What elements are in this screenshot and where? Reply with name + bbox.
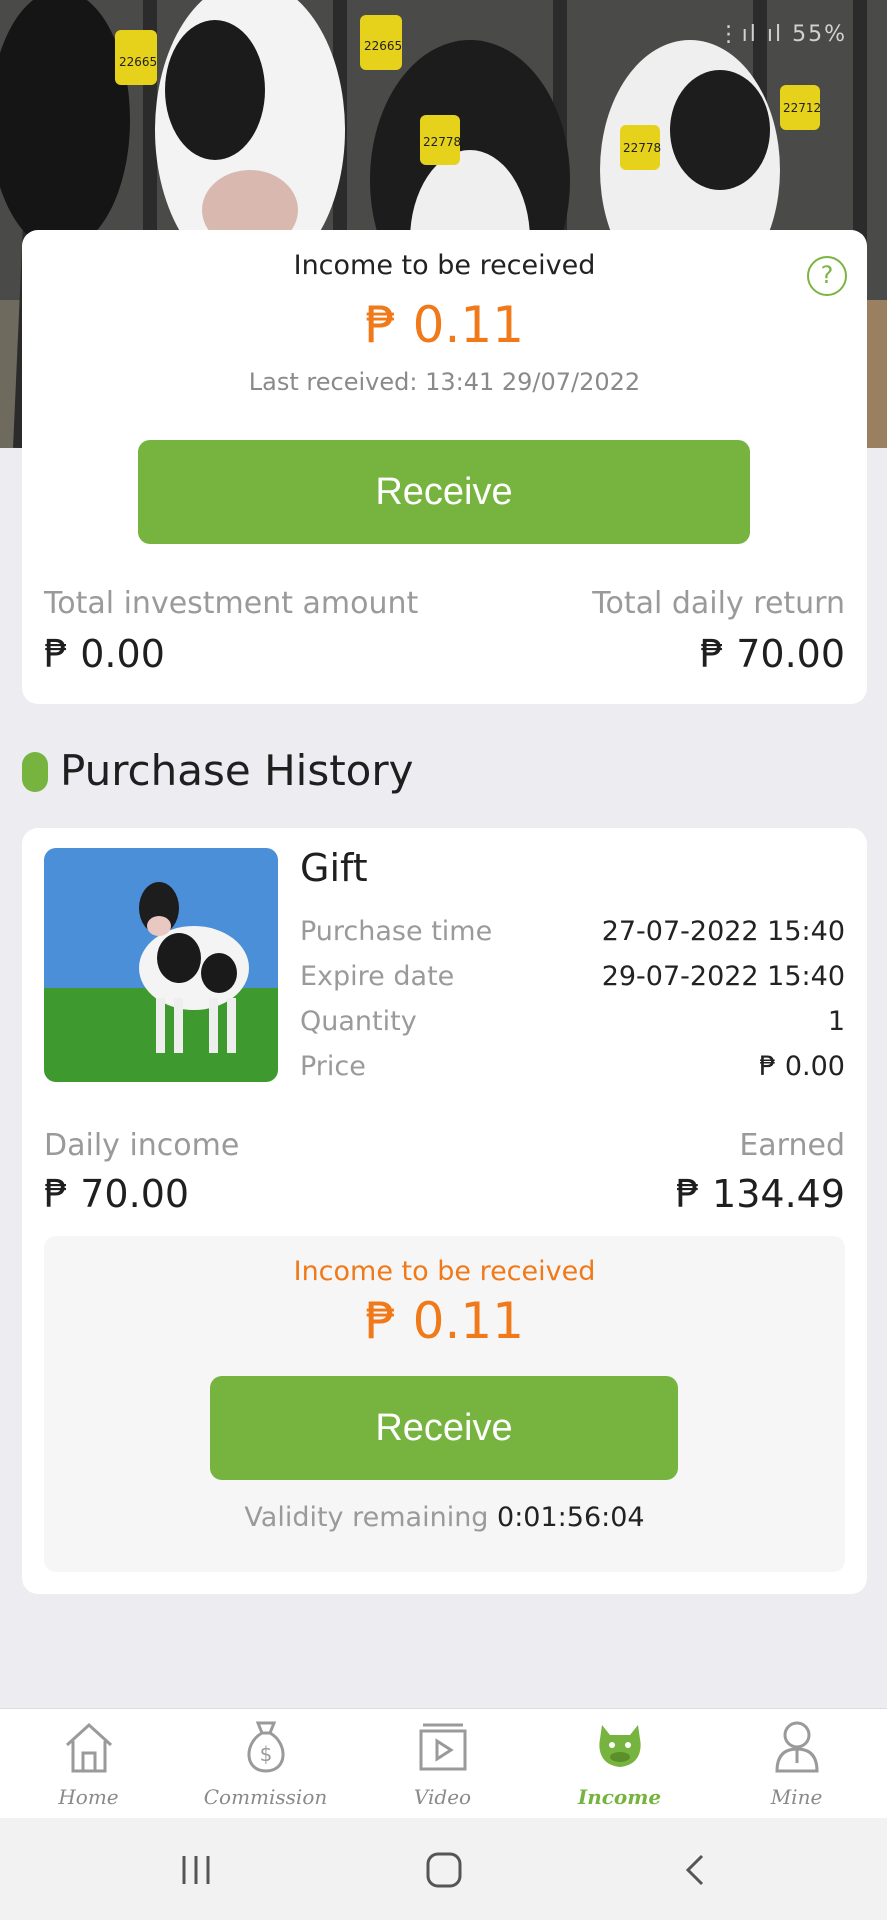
video-icon — [419, 1723, 467, 1771]
home-nav-icon[interactable] — [424, 1852, 464, 1888]
system-navigation-bar — [0, 1818, 887, 1920]
price-value: ₱ 0.00 — [759, 1051, 845, 1082]
tab-commission-label: Commission — [203, 1785, 328, 1809]
svg-text:22712: 22712 — [783, 101, 821, 115]
status-bar-indicators: ⋮ıl ıl 55% — [717, 22, 847, 47]
product-image — [44, 848, 278, 1082]
total-daily-return-value: ₱ 70.00 — [699, 632, 845, 676]
receive-all-button[interactable]: Receive — [138, 440, 750, 544]
validity-value: 0:01:56:04 — [497, 1502, 645, 1533]
section-marker — [22, 752, 48, 792]
total-investment-label: Total investment amount — [44, 586, 419, 621]
money-bag-icon: $ — [247, 1721, 285, 1773]
purchase-time-label: Purchase time — [300, 916, 493, 947]
receive-item-button[interactable]: Receive — [210, 1376, 678, 1480]
last-received-text: Last received: 13:41 29/07/2022 — [248, 368, 641, 396]
svg-text:22665: 22665 — [364, 39, 402, 53]
validity-remaining: Validity remaining 0:01:56:04 — [44, 1502, 845, 1533]
validity-label: Validity remaining — [244, 1502, 498, 1533]
svg-text:22778: 22778 — [423, 135, 461, 149]
total-daily-return-label: Total daily return — [592, 586, 845, 621]
svg-text:22665: 22665 — [119, 55, 157, 69]
cow-icon — [599, 1725, 641, 1767]
back-icon[interactable] — [676, 1852, 716, 1888]
tab-home-label: Home — [58, 1785, 119, 1809]
purchase-item-card: Gift Purchase time 27-07-2022 15:40 Expi… — [22, 828, 867, 1594]
total-investment-value: ₱ 0.00 — [44, 632, 165, 676]
recent-apps-icon[interactable] — [176, 1852, 216, 1888]
home-icon — [65, 1722, 113, 1773]
daily-income-value: ₱ 70.00 — [44, 1172, 190, 1216]
price-label: Price — [300, 1051, 366, 1082]
svg-text:22778: 22778 — [623, 141, 661, 155]
purchase-time-value: 27-07-2022 15:40 — [601, 916, 845, 947]
tab-mine-label: Mine — [770, 1785, 823, 1809]
tab-home[interactable]: Home — [0, 1709, 177, 1819]
tab-commission[interactable]: $ Commission — [177, 1709, 354, 1819]
product-name: Gift — [300, 846, 368, 890]
quantity-value: 1 — [827, 1006, 845, 1037]
earned-label: Earned — [739, 1128, 845, 1163]
pending-income-amount: ₱ 0.11 — [364, 1292, 525, 1350]
purchase-history-title: Purchase History — [60, 746, 414, 795]
tab-income-label: Income — [577, 1785, 662, 1809]
pending-income-title: Income to be received — [293, 1256, 596, 1287]
income-summary-title: Income to be received — [293, 250, 596, 281]
income-summary-amount: ₱ 0.11 — [364, 296, 525, 354]
svg-text:$: $ — [260, 1742, 273, 1766]
expire-date-value: 29-07-2022 15:40 — [601, 961, 845, 992]
bottom-tab-bar: Home $ Commission Video Income Mine — [0, 1708, 887, 1818]
expire-date-label: Expire date — [300, 961, 455, 992]
help-icon[interactable]: ? — [807, 256, 847, 296]
pending-income-panel: Income to be received ₱ 0.11 Receive Val… — [44, 1236, 845, 1572]
tab-income[interactable]: Income — [531, 1709, 708, 1819]
cow-field-illustration — [44, 848, 278, 1082]
daily-income-label: Daily income — [44, 1128, 240, 1163]
tab-mine[interactable]: Mine — [708, 1709, 885, 1819]
income-summary-card: Income to be received ? ₱ 0.11 Last rece… — [22, 230, 867, 704]
quantity-label: Quantity — [300, 1006, 417, 1037]
tab-video-label: Video — [413, 1785, 472, 1809]
person-icon — [775, 1721, 819, 1773]
tab-video[interactable]: Video — [354, 1709, 531, 1819]
earned-value: ₱ 134.49 — [675, 1172, 845, 1216]
